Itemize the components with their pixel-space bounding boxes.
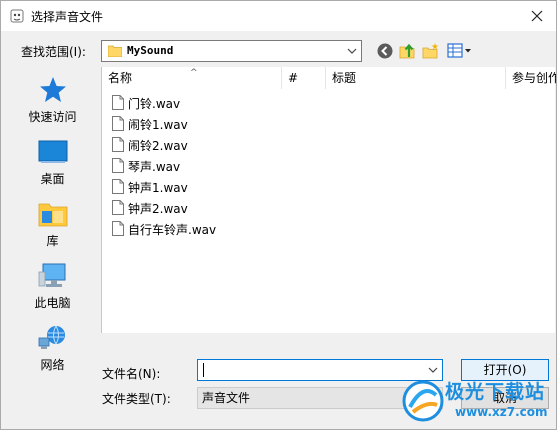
close-icon <box>531 10 543 22</box>
places-bar: 快速访问 桌面 库 此电脑 网络 <box>6 68 99 388</box>
file-item[interactable]: 闹铃2.wav <box>112 134 262 154</box>
place-quick-access[interactable]: 快速访问 <box>6 72 99 132</box>
view-menu-icon[interactable] <box>447 42 473 60</box>
computer-icon <box>38 263 65 287</box>
up-folder-icon[interactable] <box>399 42 417 60</box>
file-name: 钟声1.wav <box>128 181 188 195</box>
column-header-number[interactable]: # <box>282 67 326 89</box>
column-artists-label: 参与创作 <box>512 71 556 85</box>
file-icon <box>112 137 124 152</box>
place-label: 网络 <box>40 358 65 372</box>
column-header-contributing-artists[interactable]: 参与创作 <box>506 67 556 89</box>
watermark-text: 极光下载站 <box>445 381 546 403</box>
file-icon <box>112 200 124 215</box>
watermark-url: www.xz7.com <box>455 405 548 419</box>
file-item[interactable]: 自行车铃声.wav <box>112 218 262 238</box>
file-name: 闹铃1.wav <box>128 118 188 132</box>
place-this-pc[interactable]: 此电脑 <box>6 258 99 318</box>
place-label: 库 <box>46 234 59 248</box>
select-sound-file-dialog: 选择声音文件 查找范围(I): MySound 快速访问 桌面 库 此电脑 网络… <box>0 0 557 430</box>
chevron-down-icon <box>347 48 357 54</box>
sort-ascending-icon: ^ <box>190 68 198 78</box>
place-libraries[interactable]: 库 <box>6 196 99 256</box>
lookin-label: 查找范围(I): <box>21 45 86 59</box>
window-title: 选择声音文件 <box>31 10 104 24</box>
file-item[interactable]: 闹铃1.wav <box>112 113 262 133</box>
column-title-label: 标题 <box>332 71 357 85</box>
file-list[interactable]: ^ 名称 # 标题 参与创作 门铃.wav 闹铃1.wav 闹铃2.wav 琴声… <box>101 67 556 333</box>
column-name-label: 名称 <box>108 71 133 85</box>
lookin-dropdown[interactable]: MySound <box>101 40 362 62</box>
close-button[interactable] <box>526 5 548 27</box>
file-item[interactable]: 门铃.wav <box>112 92 262 112</box>
file-item[interactable]: 钟声1.wav <box>112 176 262 196</box>
file-name: 闹铃2.wav <box>128 139 188 153</box>
library-icon <box>38 203 67 227</box>
file-icon <box>112 221 124 236</box>
app-icon <box>10 9 24 23</box>
filetype-label: 文件类型(T): <box>102 392 171 406</box>
column-header-title[interactable]: 标题 <box>326 67 506 89</box>
column-header-name[interactable]: ^ 名称 <box>102 67 282 89</box>
watermark: 极光下载站 www.xz7.com <box>399 375 554 429</box>
file-icon <box>112 179 124 194</box>
file-name: 门铃.wav <box>128 97 181 111</box>
file-name: 琴声.wav <box>128 160 181 174</box>
place-label: 快速访问 <box>28 110 77 124</box>
place-network[interactable]: 网络 <box>6 320 99 380</box>
file-item[interactable]: 钟声2.wav <box>112 197 262 217</box>
watermark-logo <box>402 380 444 422</box>
back-icon[interactable] <box>376 42 394 60</box>
new-folder-icon[interactable] <box>422 42 440 60</box>
network-icon <box>38 325 65 349</box>
folder-icon <box>108 45 122 57</box>
place-label: 桌面 <box>40 172 65 186</box>
file-name: 钟声2.wav <box>128 202 188 216</box>
lookin-value: MySound <box>127 44 174 57</box>
file-name: 自行车铃声.wav <box>128 223 217 237</box>
text-caret <box>203 363 204 377</box>
place-label: 此电脑 <box>34 296 71 310</box>
star-icon <box>39 77 66 102</box>
file-item[interactable]: 琴声.wav <box>112 155 262 175</box>
file-icon <box>112 116 124 131</box>
place-desktop[interactable]: 桌面 <box>6 134 99 194</box>
title-bar: 选择声音文件 <box>1 1 556 31</box>
file-icon <box>112 158 124 173</box>
file-icon <box>112 95 124 110</box>
filename-label: 文件名(N): <box>102 367 161 381</box>
column-number-label: # <box>288 71 299 85</box>
desktop-icon <box>38 140 67 163</box>
